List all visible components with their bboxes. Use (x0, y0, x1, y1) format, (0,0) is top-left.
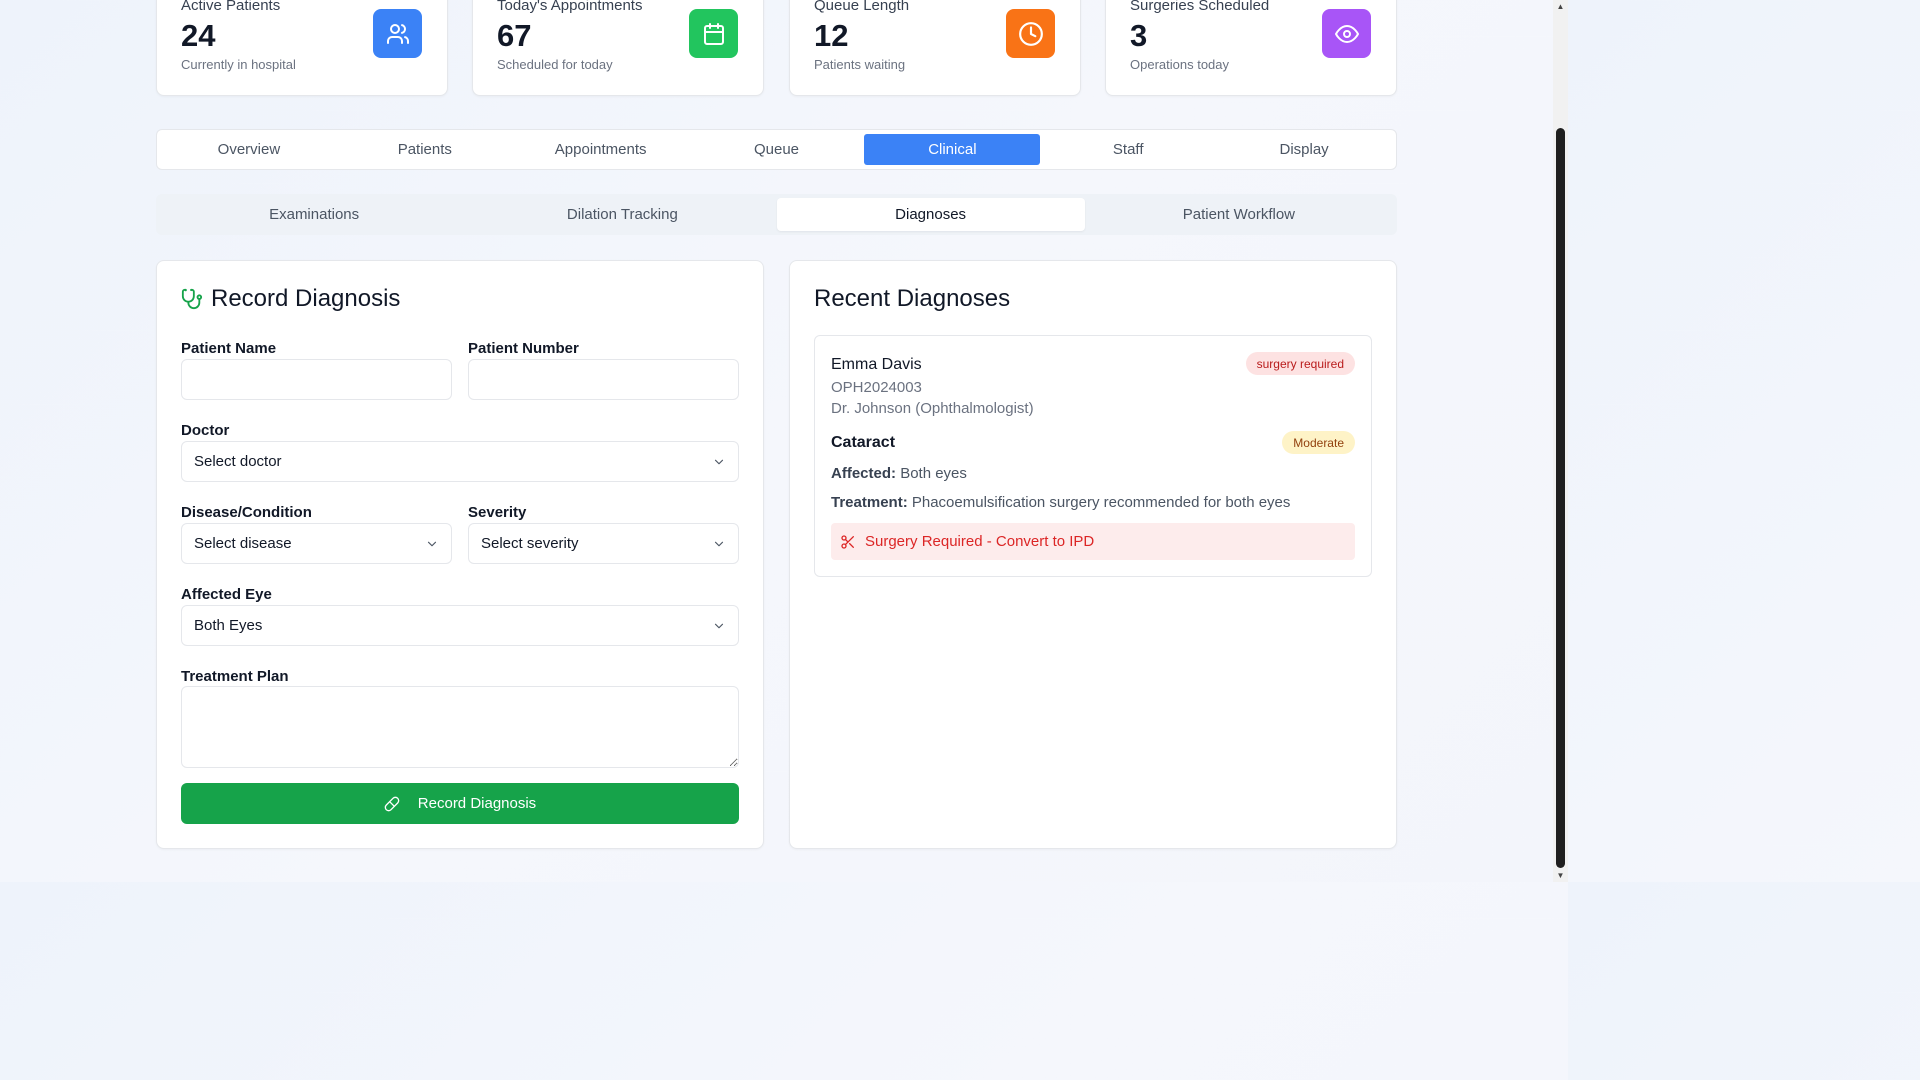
eye-icon (1322, 9, 1371, 58)
stat-card-queue: Queue Length 12 Patients waiting (789, 0, 1081, 96)
tab-display[interactable]: Display (1216, 134, 1392, 165)
scrollbar-thumb[interactable] (1556, 128, 1565, 868)
chevron-down-icon (712, 537, 726, 551)
recent-diagnoses-panel: Recent Diagnoses Emma Davis surgery requ… (789, 260, 1397, 849)
tab-appointments[interactable]: Appointments (513, 134, 689, 165)
tab-diagnoses[interactable]: Diagnoses (776, 198, 1085, 231)
tab-queue[interactable]: Queue (689, 134, 865, 165)
record-diagnosis-panel: Record Diagnosis Patient Name Patient Nu… (156, 260, 764, 849)
stat-title: Surgeries Scheduled (1130, 0, 1270, 14)
severity-label: Severity (468, 504, 527, 521)
surgery-alert[interactable]: Surgery Required - Convert to IPD (831, 523, 1355, 560)
tab-clinical[interactable]: Clinical (864, 134, 1041, 165)
users-icon (373, 9, 422, 58)
doctor-select[interactable]: Select doctor (181, 441, 739, 482)
chevron-down-icon (712, 455, 726, 469)
stat-subtitle: Patients waiting (814, 57, 906, 72)
stat-card-surgeries: Surgeries Scheduled 3 Operations today (1105, 0, 1397, 96)
affected-eye-select[interactable]: Both Eyes (181, 605, 739, 646)
affected-detail-label: Affected: (831, 465, 897, 482)
stats-row: Active Patients 24 Currently in hospital… (156, 0, 1397, 96)
record-diagnosis-heading: Record Diagnosis (181, 285, 400, 313)
tab-dilation-tracking[interactable]: Dilation Tracking (468, 198, 776, 231)
diagnosis-condition: Cataract (831, 434, 896, 451)
diagnosis-patient-name: Emma Davis (831, 356, 922, 373)
scroll-down-arrow-icon[interactable]: ▼ (1556, 871, 1565, 880)
affected-detail-value: Both eyes (900, 465, 967, 482)
recent-diagnoses-heading: Recent Diagnoses (814, 285, 1011, 312)
patient-number-label: Patient Number (468, 340, 579, 357)
panel-title: Record Diagnosis (211, 285, 401, 312)
stat-subtitle: Scheduled for today (497, 57, 613, 72)
stat-subtitle: Operations today (1130, 57, 1230, 72)
stat-card-appointments: Today's Appointments 67 Scheduled for to… (472, 0, 764, 96)
stethoscope-icon (181, 288, 203, 310)
doctor-select-value: Select doctor (194, 453, 282, 470)
stat-value: 24 (181, 18, 216, 53)
disease-select-value: Select disease (194, 535, 292, 552)
patient-name-input[interactable] (181, 359, 452, 400)
tab-overview[interactable]: Overview (161, 134, 337, 165)
tab-examinations[interactable]: Examinations (160, 198, 468, 231)
tab-patient-workflow[interactable]: Patient Workflow (1085, 198, 1393, 231)
severity-badge: Moderate (1282, 431, 1355, 454)
surgery-alert-label: Surgery Required - Convert to IPD (865, 533, 1095, 550)
scroll-up-arrow-icon[interactable]: ▲ (1556, 2, 1565, 11)
status-badge: surgery required (1245, 352, 1355, 375)
stat-card-active-patients: Active Patients 24 Currently in hospital (156, 0, 448, 96)
stat-subtitle: Currently in hospital (181, 57, 296, 72)
patient-number: OPH2024003 (831, 379, 922, 396)
clinical-sub-tabs: Examinations Dilation Tracking Diagnoses… (156, 194, 1397, 235)
patient-name-label: Patient Name (181, 340, 277, 357)
scissors-icon (840, 534, 856, 550)
main-tabs: Overview Patients Appointments Queue Cli… (156, 129, 1397, 170)
disease-select[interactable]: Select disease (181, 523, 452, 564)
affected-eye-select-value: Both Eyes (194, 617, 263, 634)
stat-title: Queue Length (814, 0, 910, 14)
chevron-down-icon (712, 619, 726, 633)
record-diagnosis-button-label: Record Diagnosis (417, 795, 537, 812)
severity-select[interactable]: Select severity (468, 523, 739, 564)
treatment-plan-textarea[interactable] (181, 686, 739, 768)
record-diagnosis-button[interactable]: Record Diagnosis (181, 783, 739, 824)
stat-value: 3 (1130, 18, 1148, 53)
stat-title: Today's Appointments (497, 0, 643, 14)
stat-value: 67 (497, 18, 532, 53)
doctor-label: Doctor (181, 422, 230, 439)
disease-label: Disease/Condition (181, 504, 312, 521)
scrollbar[interactable]: ▲ ▼ (1553, 0, 1568, 882)
treatment-plan-label: Treatment Plan (181, 668, 289, 685)
stat-title: Active Patients (181, 0, 281, 14)
chevron-down-icon (425, 537, 439, 551)
treatment-detail-label: Treatment: (831, 494, 908, 511)
patient-number-input[interactable] (468, 359, 739, 400)
treatment-detail: Treatment: Phacoemulsification surgery r… (831, 494, 1290, 511)
treatment-detail-value: Phacoemulsification surgery recommended … (911, 494, 1291, 511)
affected-eye-label: Affected Eye (181, 586, 272, 603)
affected-detail: Affected: Both eyes (831, 465, 967, 482)
tab-patients[interactable]: Patients (337, 134, 513, 165)
doctor-name: Dr. Johnson (Ophthalmologist) (831, 400, 1034, 417)
diagnosis-card: Emma Davis surgery required OPH2024003 D… (814, 335, 1372, 577)
severity-select-value: Select severity (481, 535, 579, 552)
calendar-icon (689, 9, 738, 58)
tab-staff[interactable]: Staff (1040, 134, 1216, 165)
clock-icon (1006, 9, 1055, 58)
pill-icon (384, 796, 400, 812)
stat-value: 12 (814, 18, 849, 53)
